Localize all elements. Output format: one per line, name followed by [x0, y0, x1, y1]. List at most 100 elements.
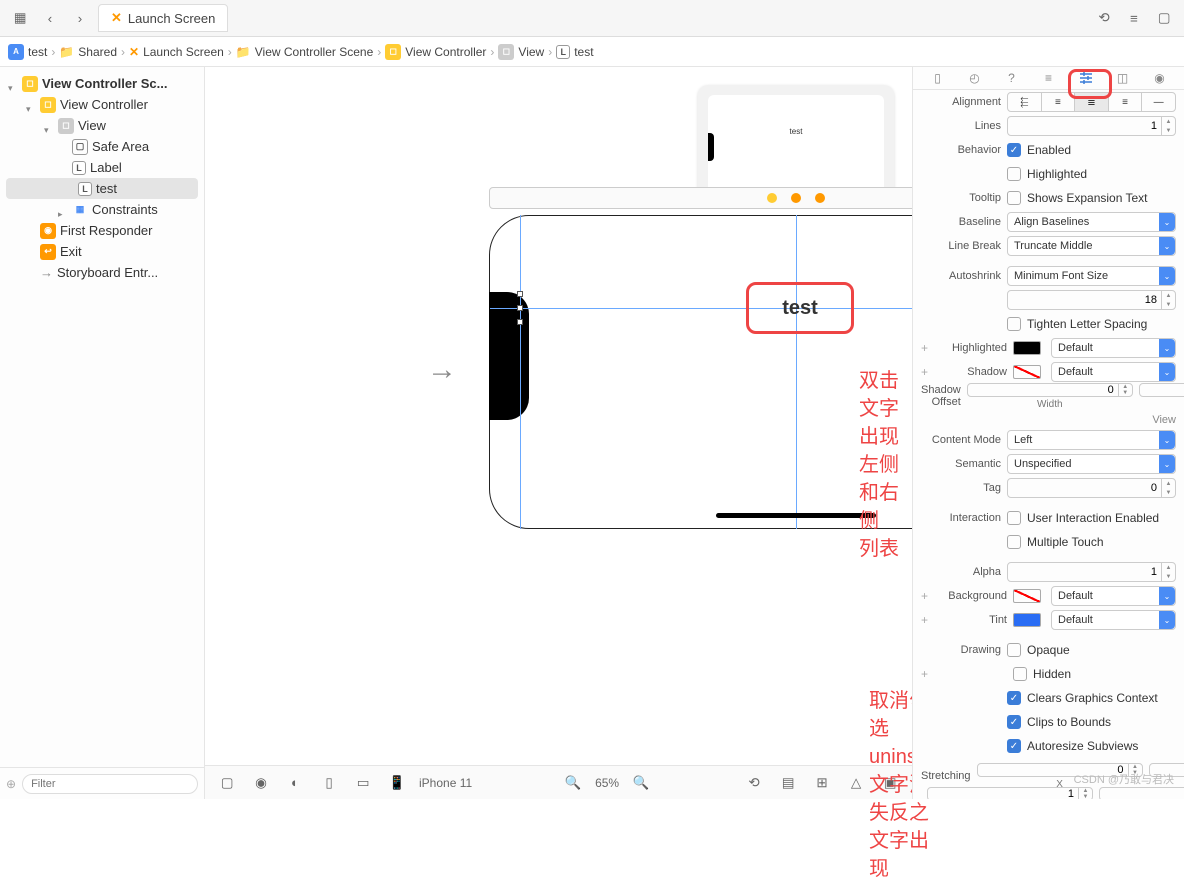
highlighted-checkbox[interactable] — [1007, 167, 1021, 181]
outline-exit[interactable]: ↩Exit — [0, 241, 204, 262]
device-label[interactable]: iPhone 11 — [419, 776, 472, 790]
shadow-width-field[interactable]: ▲▼ — [967, 383, 1133, 397]
stretch-h-field[interactable]: ▲▼ — [1099, 787, 1184, 800]
breadcrumb-item[interactable]: Ltest — [556, 45, 593, 59]
clips-checkbox[interactable]: ✓ — [1007, 715, 1021, 729]
zoom-out-icon[interactable]: 🔍 — [561, 772, 585, 794]
scene-dot-icon — [791, 193, 801, 203]
autoresize-checkbox[interactable]: ✓ — [1007, 739, 1021, 753]
canvas[interactable]: test → test — [205, 67, 912, 765]
canvas-bottom-bar: ▢ ◉ ◐ ▯ ▭ 📱 iPhone 11 🔍 65% 🔍 ⟲ ▤ ⊞ △ ▣ — [205, 765, 912, 799]
layout-guide-v — [796, 215, 797, 529]
outline-label[interactable]: LLabel — [0, 157, 204, 178]
history-inspector-icon[interactable]: ◴ — [964, 67, 986, 89]
file-inspector-icon[interactable]: ▯ — [927, 67, 949, 89]
identity-inspector-icon[interactable]: ≡ — [1038, 67, 1060, 89]
hidden-checkbox[interactable] — [1013, 667, 1027, 681]
alpha-field[interactable]: ▲▼ — [1007, 562, 1176, 582]
outline-scene[interactable]: ◻View Controller Sc... — [0, 73, 204, 94]
panel-toggle-icon[interactable]: ▢ — [1152, 7, 1176, 29]
content-mode-select[interactable]: Left⌄ — [1007, 430, 1176, 450]
layout-guide-v — [520, 215, 521, 529]
add-variant-button[interactable]: + — [921, 589, 933, 603]
color-swatch[interactable] — [1013, 589, 1041, 603]
shadow-height-field[interactable]: ▲▼ — [1139, 383, 1184, 397]
attributes-inspector-icon[interactable] — [1075, 67, 1097, 89]
adjust-editor-icon[interactable]: ≡ — [1122, 7, 1146, 29]
outline-test-label[interactable]: Ltest — [6, 178, 198, 199]
color-swatch[interactable] — [1013, 613, 1041, 627]
add-variant-button[interactable]: + — [921, 365, 933, 379]
autoshrink-select[interactable]: Minimum Font Size⌄ — [1007, 266, 1176, 286]
tag-field[interactable]: ▲▼ — [1007, 478, 1176, 498]
multitouch-checkbox[interactable] — [1007, 535, 1021, 549]
outline-view-controller[interactable]: ◻View Controller — [0, 94, 204, 115]
selection-handle[interactable] — [517, 319, 523, 325]
forward-button[interactable]: › — [68, 7, 92, 29]
color-swatch[interactable] — [1013, 365, 1041, 379]
add-variant-button[interactable]: + — [921, 667, 933, 681]
grid-icon[interactable]: ▦ — [8, 7, 32, 29]
orientation-icon[interactable]: ▯ — [317, 772, 341, 794]
accessibility-icon[interactable]: ◉ — [249, 772, 273, 794]
minimap[interactable]: test — [698, 85, 894, 203]
alignment-segmented[interactable]: ⬱≡≣≡— — [1007, 92, 1176, 112]
lines-field[interactable]: ▲▼ — [1007, 116, 1176, 136]
zoom-in-icon[interactable]: 🔍 — [629, 772, 653, 794]
add-variant-button[interactable]: + — [921, 613, 933, 627]
outline-storyboard-entry[interactable]: →Storyboard Entr... — [0, 262, 204, 283]
back-button[interactable]: ‹ — [38, 7, 62, 29]
breadcrumb-item[interactable]: ✕Launch Screen — [129, 45, 224, 59]
breadcrumb-item[interactable]: 📁View Controller Scene — [236, 45, 373, 59]
align-icon[interactable]: ▤ — [776, 772, 800, 794]
orientation-land-icon[interactable]: ▭ — [351, 772, 375, 794]
document-outline: ◻View Controller Sc... ◻View Controller … — [0, 67, 205, 799]
outline-first-responder[interactable]: ◉First Responder — [0, 220, 204, 241]
editor-tab[interactable]: ✕ Launch Screen — [98, 4, 228, 32]
initial-vc-arrow-icon[interactable]: → — [427, 353, 457, 387]
device-icon[interactable]: 📱 — [385, 772, 409, 794]
device-notch — [489, 292, 529, 420]
focus-icon[interactable]: ⟲ — [742, 772, 766, 794]
shadow-color-select[interactable]: Default⌄ — [1051, 362, 1176, 382]
stretch-w-field[interactable]: ▲▼ — [927, 787, 1093, 800]
breadcrumb-item[interactable]: ◻View Controller — [385, 44, 486, 60]
pin-icon[interactable]: ⊞ — [810, 772, 834, 794]
outline-toggle-icon[interactable]: ▢ — [215, 772, 239, 794]
resolve-icon[interactable]: △ — [844, 772, 868, 794]
tighten-checkbox[interactable] — [1007, 317, 1021, 331]
reload-icon[interactable]: ⟲ — [1092, 7, 1116, 29]
selection-handle[interactable] — [517, 291, 523, 297]
zoom-label[interactable]: 65% — [595, 776, 619, 790]
baseline-select[interactable]: Align Baselines⌄ — [1007, 212, 1176, 232]
selection-handle[interactable] — [517, 305, 523, 311]
outline-filter-row: ⊕ — [0, 767, 204, 799]
size-inspector-icon[interactable]: ◫ — [1112, 67, 1134, 89]
enabled-checkbox[interactable]: ✓ — [1007, 143, 1021, 157]
tooltip-checkbox[interactable] — [1007, 191, 1021, 205]
uie-checkbox[interactable] — [1007, 511, 1021, 525]
linebreak-select[interactable]: Truncate Middle⌄ — [1007, 236, 1176, 256]
add-variant-button[interactable]: + — [921, 341, 933, 355]
connections-inspector-icon[interactable]: ◉ — [1149, 67, 1171, 89]
minimap-label: test — [790, 127, 803, 136]
help-inspector-icon[interactable]: ? — [1001, 67, 1023, 89]
breadcrumb-item[interactable]: 📁Shared — [59, 45, 117, 59]
color-swatch[interactable] — [1013, 341, 1041, 355]
background-select[interactable]: Default⌄ — [1051, 586, 1176, 606]
outline-constraints[interactable]: ▦Constraints — [0, 199, 204, 220]
inspector-tabs: ▯ ◴ ? ≡ ◫ ◉ — [913, 67, 1184, 90]
semantic-select[interactable]: Unspecified⌄ — [1007, 454, 1176, 474]
outline-filter-input[interactable] — [22, 774, 198, 794]
appearance-icon[interactable]: ◐ — [283, 772, 307, 794]
opaque-checkbox[interactable] — [1007, 643, 1021, 657]
breadcrumb-item[interactable]: Atest — [8, 44, 47, 60]
breadcrumb-item[interactable]: ◻View — [498, 44, 544, 60]
highlighted-color-select[interactable]: Default⌄ — [1051, 338, 1176, 358]
outline-safe-area[interactable]: ▢Safe Area — [0, 136, 204, 157]
autoshrink-value[interactable]: ▲▼ — [1007, 290, 1176, 310]
clears-checkbox[interactable]: ✓ — [1007, 691, 1021, 705]
tint-select[interactable]: Default⌄ — [1051, 610, 1176, 630]
selected-label[interactable]: test — [746, 282, 854, 334]
outline-view[interactable]: ◻View — [0, 115, 204, 136]
